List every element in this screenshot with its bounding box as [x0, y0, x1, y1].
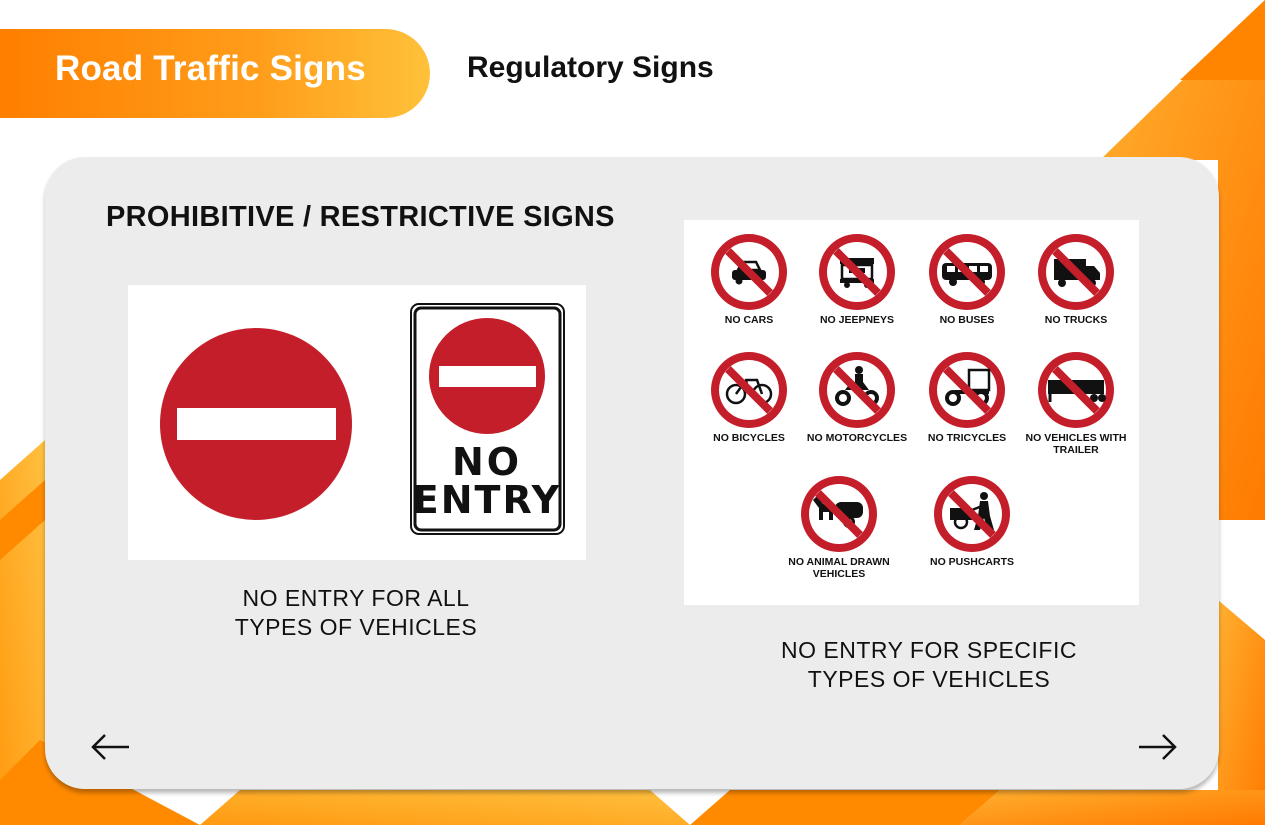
- arrow-left-icon: [91, 734, 129, 760]
- bicycle-icon: [711, 352, 787, 428]
- bus-icon: [929, 234, 1005, 310]
- no-entry-round-sign: [160, 328, 352, 520]
- sign-label: NO BICYCLES: [713, 432, 785, 444]
- animal-drawn-icon: [801, 476, 877, 552]
- no-entry-rect-sign: NO ENTRY: [410, 303, 565, 535]
- truck-icon: [1038, 234, 1114, 310]
- sign-label: NO CARS: [724, 314, 774, 326]
- content-card: PROHIBITIVE / RESTRICTIVE SIGNS NO ENTRY…: [45, 157, 1219, 789]
- sign-item: NO BICYCLES: [693, 350, 805, 444]
- tricycle-icon: [929, 352, 1005, 428]
- caption-specific-vehicles: NO ENTRY FOR SPECIFIC TYPES OF VEHICLES: [714, 636, 1144, 694]
- sign-label: NO VEHICLES WITH TRAILER: [1025, 432, 1127, 456]
- page-subtitle: Regulatory Signs: [467, 51, 714, 84]
- sign-label: NO MOTORCYCLES: [806, 432, 908, 444]
- arrow-right-icon: [1139, 734, 1177, 760]
- motorcycle-icon: [819, 352, 895, 428]
- pushcart-icon: [934, 476, 1010, 552]
- sign-label: NO PUSHCARTS: [929, 556, 1014, 568]
- sign-item: NO BUSES: [911, 232, 1023, 326]
- sign-label: NO ANIMAL DRAWN VEHICLES: [788, 556, 890, 580]
- sign-item: NO VEHICLES WITH TRAILER: [1020, 350, 1132, 456]
- caption-specific-line1: NO ENTRY FOR SPECIFIC: [781, 637, 1077, 663]
- no-entry-signs-graphic: NO ENTRY: [160, 303, 565, 535]
- caption-all-line1: NO ENTRY FOR ALL: [242, 585, 470, 611]
- caption-all-vehicles: NO ENTRY FOR ALL TYPES OF VEHICLES: [156, 584, 556, 642]
- specific-vehicle-signs-image: NO CARS NO JEEPNEYS NO BUSES NO TRUCKS NO BI…: [684, 220, 1139, 605]
- caption-specific-line2: TYPES OF VEHICLES: [807, 666, 1051, 692]
- sign-label: NO TRICYCLES: [927, 432, 1007, 444]
- section-heading: PROHIBITIVE / RESTRICTIVE SIGNS: [106, 201, 615, 233]
- sign-item: NO MOTORCYCLES: [801, 350, 913, 444]
- sign-item: NO TRUCKS: [1020, 232, 1132, 326]
- page-title: Road Traffic Signs: [55, 49, 366, 88]
- previous-slide-button[interactable]: [89, 729, 133, 765]
- sign-label: NO BUSES: [939, 314, 995, 326]
- no-entry-signs-image: NO ENTRY: [128, 285, 586, 560]
- car-icon: [711, 234, 787, 310]
- sign-item: NO JEEPNEYS: [801, 232, 913, 326]
- sign-label: NO JEEPNEYS: [819, 314, 895, 326]
- trailer-icon: [1038, 352, 1114, 428]
- sign-label: NO TRUCKS: [1044, 314, 1108, 326]
- sign-item: NO PUSHCARTS: [916, 474, 1028, 568]
- caption-all-line2: TYPES OF VEHICLES: [234, 614, 478, 640]
- jeepney-icon: [819, 234, 895, 310]
- next-slide-button[interactable]: [1135, 729, 1179, 765]
- sign-item: NO ANIMAL DRAWN VEHICLES: [783, 474, 895, 580]
- no-entry-sign-text-line2: ENTRY: [413, 478, 561, 522]
- sign-item: NO TRICYCLES: [911, 350, 1023, 444]
- sign-item: NO CARS: [693, 232, 805, 326]
